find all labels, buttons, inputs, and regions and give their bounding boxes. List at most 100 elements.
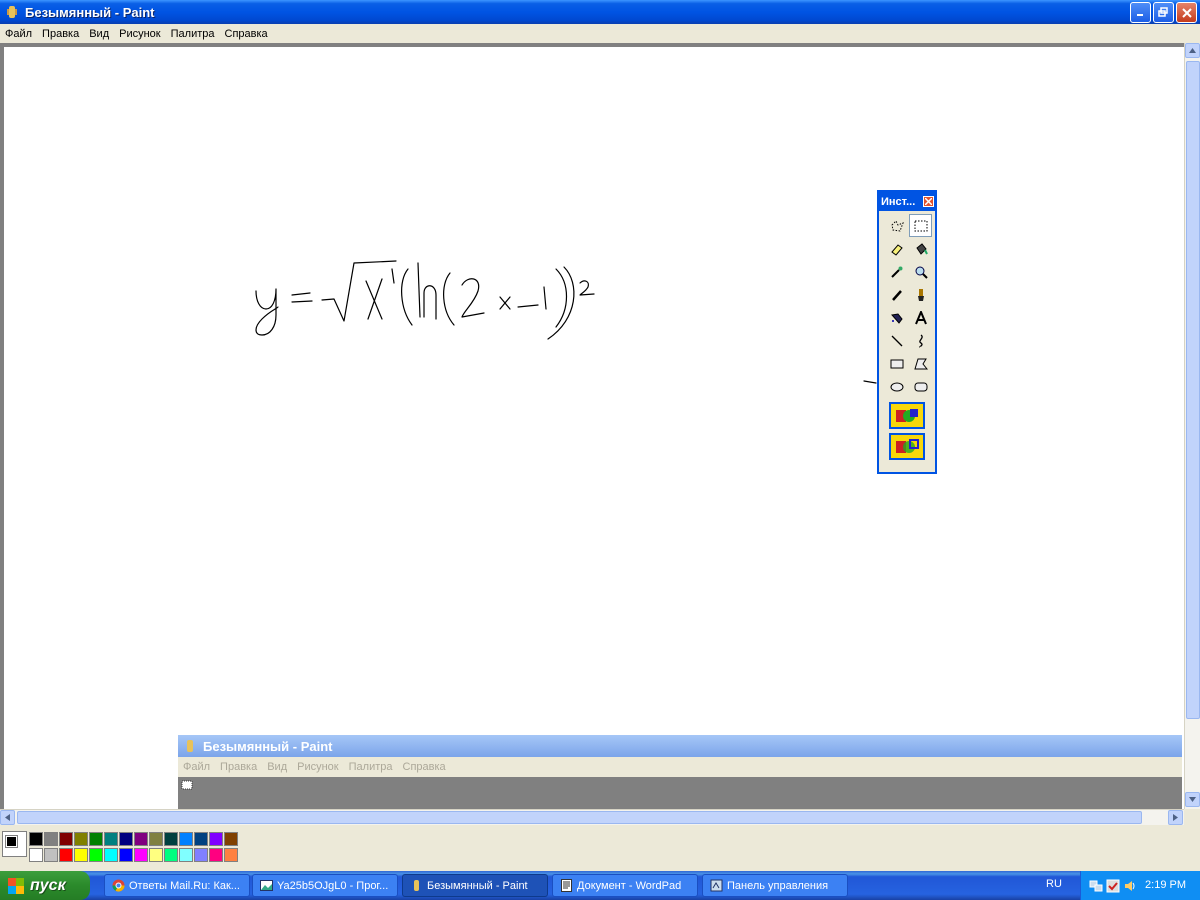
color-swatch[interactable] xyxy=(59,832,73,846)
menu-file[interactable]: Файл xyxy=(0,28,37,40)
fill-tool[interactable] xyxy=(909,237,932,260)
menu-edit[interactable]: Правка xyxy=(37,28,84,40)
pencil-tool[interactable] xyxy=(885,283,908,306)
taskbar-item-label: Безымянный - Paint xyxy=(427,879,528,892)
minimize-button[interactable] xyxy=(1130,2,1151,23)
color-swatch[interactable] xyxy=(134,848,148,862)
color-swatch[interactable] xyxy=(119,832,133,846)
taskbar-item-wordpad[interactable]: Документ - WordPad xyxy=(552,874,698,897)
taskbar-item-image-viewer[interactable]: Ya25b5OJgL0 - Прог... xyxy=(252,874,398,897)
menu-help[interactable]: Справка xyxy=(220,28,273,40)
color-swatch[interactable] xyxy=(134,832,148,846)
toolbox-titlebar[interactable]: Инст... xyxy=(879,192,935,211)
polygon-tool[interactable] xyxy=(909,352,932,375)
color-swatch[interactable] xyxy=(194,848,208,862)
taskbar-item-mail-answers[interactable]: Ответы Mail.Ru: Как... xyxy=(104,874,250,897)
vertical-scroll-thumb[interactable] xyxy=(1186,61,1200,719)
color-swatch[interactable] xyxy=(194,832,208,846)
chevron-left-icon xyxy=(5,814,10,821)
scroll-up-button[interactable] xyxy=(1185,43,1200,58)
network-icon[interactable] xyxy=(1089,879,1103,893)
color-swatch[interactable] xyxy=(44,832,58,846)
rectangle-tool[interactable] xyxy=(885,352,908,375)
color-swatch[interactable] xyxy=(44,848,58,862)
vertical-scrollbar[interactable] xyxy=(1184,43,1200,809)
airbrush-tool[interactable] xyxy=(885,306,908,329)
color-swatch[interactable] xyxy=(74,832,88,846)
menu-view[interactable]: Вид xyxy=(84,28,114,40)
brush-icon xyxy=(917,288,924,301)
paint-bucket-icon xyxy=(915,242,928,255)
color-swatch[interactable] xyxy=(209,832,223,846)
start-button[interactable]: пуск xyxy=(0,871,90,900)
magnifier-tool[interactable] xyxy=(909,260,932,283)
scroll-down-button[interactable] xyxy=(1185,792,1200,807)
current-colors[interactable] xyxy=(2,831,27,857)
horizontal-scrollbar[interactable] xyxy=(0,809,1184,825)
free-select-tool[interactable] xyxy=(885,214,908,237)
pencil-icon xyxy=(891,289,902,301)
color-swatch[interactable] xyxy=(89,832,103,846)
brush-tool[interactable] xyxy=(909,283,932,306)
curve-tool[interactable] xyxy=(909,329,932,352)
scroll-right-button[interactable] xyxy=(1168,810,1183,825)
close-icon xyxy=(925,198,932,205)
foreground-color[interactable] xyxy=(5,835,18,848)
transparency-option-opaque[interactable] xyxy=(889,402,925,429)
close-icon xyxy=(1181,7,1192,18)
toolbox-title: Инст... xyxy=(881,195,916,208)
color-swatch[interactable] xyxy=(74,848,88,862)
color-swatch[interactable] xyxy=(179,848,193,862)
language-indicator[interactable]: RU xyxy=(1046,878,1062,890)
airbrush-icon xyxy=(890,312,903,324)
color-swatch[interactable] xyxy=(29,832,43,846)
toolbox-close-button[interactable] xyxy=(923,196,934,207)
color-swatch[interactable] xyxy=(149,832,163,846)
ellipse-tool[interactable] xyxy=(885,375,908,398)
eyedropper-tool[interactable] xyxy=(885,260,908,283)
menu-colors[interactable]: Палитра xyxy=(166,28,220,40)
color-swatch[interactable] xyxy=(149,848,163,862)
second-window-titlebar[interactable]: Безымянный - Paint xyxy=(178,735,1182,757)
scroll-left-button[interactable] xyxy=(0,810,15,825)
rect-select-tool[interactable] xyxy=(909,214,932,237)
close-button[interactable] xyxy=(1176,2,1197,23)
color-swatch[interactable] xyxy=(59,848,73,862)
text-icon xyxy=(914,310,927,324)
eraser-tool[interactable] xyxy=(885,237,908,260)
taskbar-item-paint[interactable]: Безымянный - Paint xyxy=(402,874,548,897)
second-paint-window[interactable]: Безымянный - Paint Файл Правка Вид Рисун… xyxy=(178,735,1182,809)
horizontal-scroll-thumb[interactable] xyxy=(17,811,1142,824)
color-swatch[interactable] xyxy=(164,848,178,862)
volume-icon[interactable] xyxy=(1123,879,1137,893)
rounded-rectangle-tool[interactable] xyxy=(909,375,932,398)
color-swatch[interactable] xyxy=(89,848,103,862)
menu-colors-disabled: Палитра xyxy=(348,761,393,773)
second-window-title: Безымянный - Paint xyxy=(203,738,333,754)
text-tool[interactable] xyxy=(909,306,932,329)
color-swatch[interactable] xyxy=(224,848,238,862)
rectangle-icon xyxy=(890,359,903,368)
security-icon[interactable] xyxy=(1106,879,1120,893)
line-tool[interactable] xyxy=(885,329,908,352)
color-swatch[interactable] xyxy=(29,848,43,862)
drawing-canvas[interactable] xyxy=(4,47,1184,809)
color-swatch[interactable] xyxy=(104,848,118,862)
color-swatch[interactable] xyxy=(119,848,133,862)
second-window-workspace xyxy=(178,777,1182,809)
window-title: Безымянный - Paint xyxy=(25,4,155,20)
title-bar[interactable]: Безымянный - Paint xyxy=(0,0,1200,24)
taskbar-item-control-panel[interactable]: Панель управления xyxy=(702,874,848,897)
color-swatch[interactable] xyxy=(164,832,178,846)
restore-button[interactable] xyxy=(1153,2,1174,23)
eyedropper-icon xyxy=(890,266,902,278)
menu-image-disabled: Рисунок xyxy=(297,761,339,773)
paint-icon xyxy=(187,740,193,752)
color-swatch[interactable] xyxy=(209,848,223,862)
color-swatch[interactable] xyxy=(224,832,238,846)
transparency-option-transparent[interactable] xyxy=(889,433,925,460)
color-swatch[interactable] xyxy=(104,832,118,846)
color-swatch[interactable] xyxy=(179,832,193,846)
menu-image[interactable]: Рисунок xyxy=(114,28,166,40)
start-label: пуск xyxy=(30,876,66,894)
